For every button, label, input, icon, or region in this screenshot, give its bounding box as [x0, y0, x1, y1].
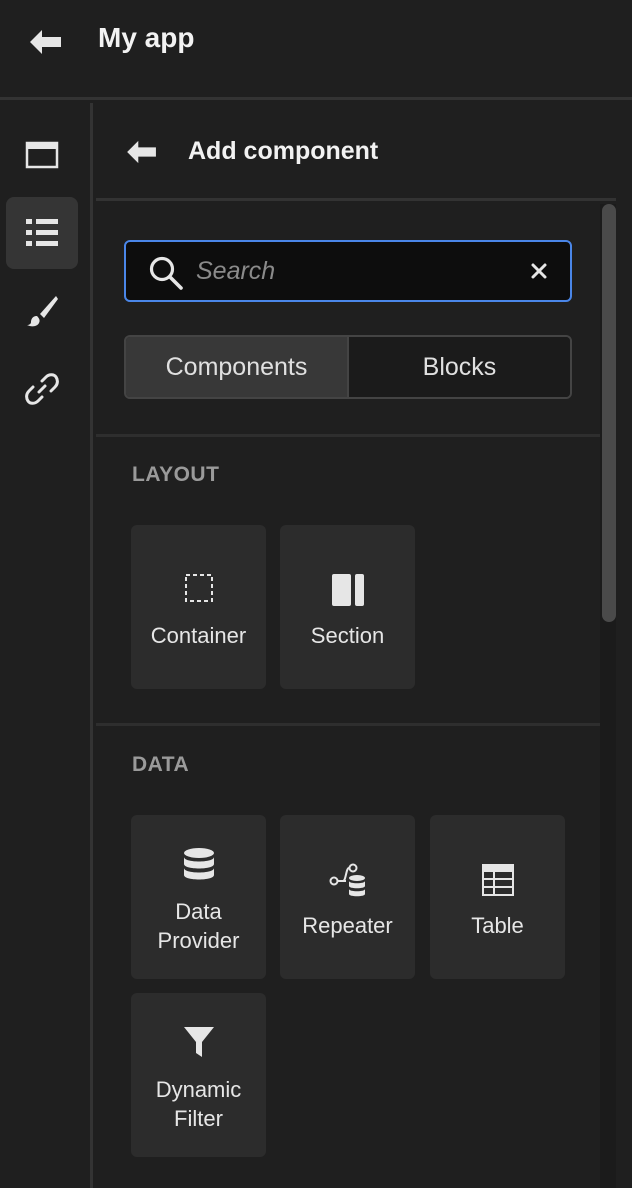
component-tile-container[interactable]: Container	[131, 525, 266, 689]
tile-label: Data Provider	[157, 899, 240, 953]
add-component-panel: Add component Components Blocks LAYOUT C…	[96, 103, 616, 1188]
top-bar: My app	[0, 0, 632, 100]
tile-label: Dynamic Filter	[155, 1077, 242, 1131]
panel-scrollbar[interactable]	[600, 204, 616, 1188]
link-icon[interactable]	[6, 353, 78, 425]
panel-title: Add component	[188, 137, 379, 165]
app-title: My app	[98, 22, 195, 53]
tab-blocks[interactable]: Blocks	[349, 337, 570, 397]
section-divider	[96, 434, 600, 437]
component-type-toggle: Components Blocks	[124, 335, 572, 399]
filter-icon	[131, 1025, 266, 1059]
paintbrush-icon[interactable]	[6, 275, 78, 347]
component-tile-section[interactable]: Section	[280, 525, 415, 689]
tab-components[interactable]: Components	[126, 337, 349, 397]
screen-icon[interactable]	[6, 119, 78, 191]
search-icon	[148, 255, 184, 296]
components-list-icon[interactable]	[6, 197, 78, 269]
tile-label: Section	[310, 623, 385, 648]
component-tile-dynamic-filter[interactable]: Dynamic Filter	[131, 993, 266, 1157]
database-icon	[131, 847, 266, 881]
tile-label: Container	[150, 623, 247, 648]
section-divider	[96, 723, 600, 726]
close-icon[interactable]	[526, 258, 552, 284]
back-arrow-icon[interactable]	[124, 137, 160, 167]
tile-label: Table	[471, 913, 524, 938]
search-box	[124, 240, 572, 302]
section-heading-data: DATA	[132, 753, 190, 776]
search-input[interactable]	[196, 252, 516, 290]
component-tile-table[interactable]: Table	[430, 815, 565, 979]
component-tile-data-provider[interactable]: Data Provider	[131, 815, 266, 979]
tile-label: Repeater	[302, 913, 393, 938]
back-arrow-icon[interactable]	[26, 26, 66, 58]
scrollbar-thumb[interactable]	[602, 204, 616, 622]
table-icon	[430, 863, 565, 897]
component-tile-repeater[interactable]: Repeater	[280, 815, 415, 979]
left-rail	[0, 103, 93, 1188]
columns-icon	[280, 573, 415, 607]
repeater-icon	[280, 863, 415, 899]
panel-header: Add component	[96, 103, 616, 201]
dashed-square-icon	[131, 573, 266, 603]
section-heading-layout: LAYOUT	[132, 463, 220, 486]
